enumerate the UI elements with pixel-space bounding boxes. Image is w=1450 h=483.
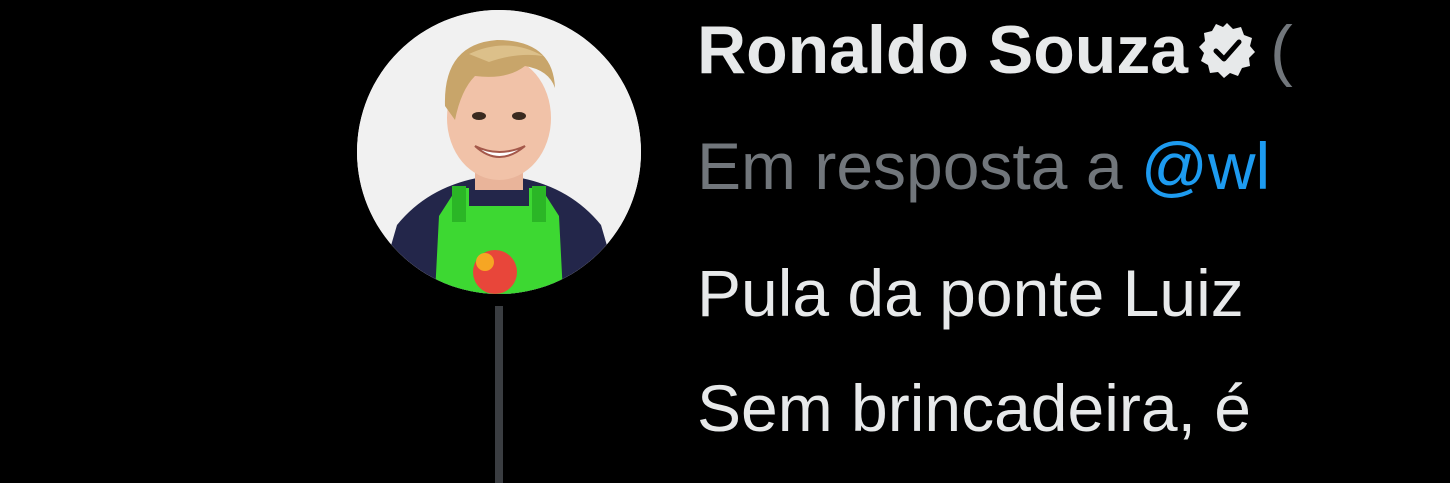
verified-badge-icon: [1198, 21, 1256, 79]
thread-connector-line: [495, 306, 503, 483]
author-row: Ronaldo Souza (: [697, 10, 1293, 90]
reply-context: Em resposta a @wl: [697, 128, 1270, 204]
reply-prefix: Em resposta a: [697, 129, 1141, 203]
avatar-photo: [357, 10, 641, 294]
tweet-content[interactable]: Ronaldo Souza ( Em resposta a @wl Pula d…: [697, 0, 1427, 483]
tweet-text-line: Sem brincadeira, é: [697, 371, 1251, 445]
avatar[interactable]: [357, 10, 641, 294]
tweet-text-line: Pula da ponte Luiz: [697, 256, 1244, 330]
reply-mention-link[interactable]: @wl: [1141, 129, 1270, 203]
author-display-name[interactable]: Ronaldo Souza: [697, 11, 1188, 89]
author-handle[interactable]: (: [1270, 11, 1293, 89]
